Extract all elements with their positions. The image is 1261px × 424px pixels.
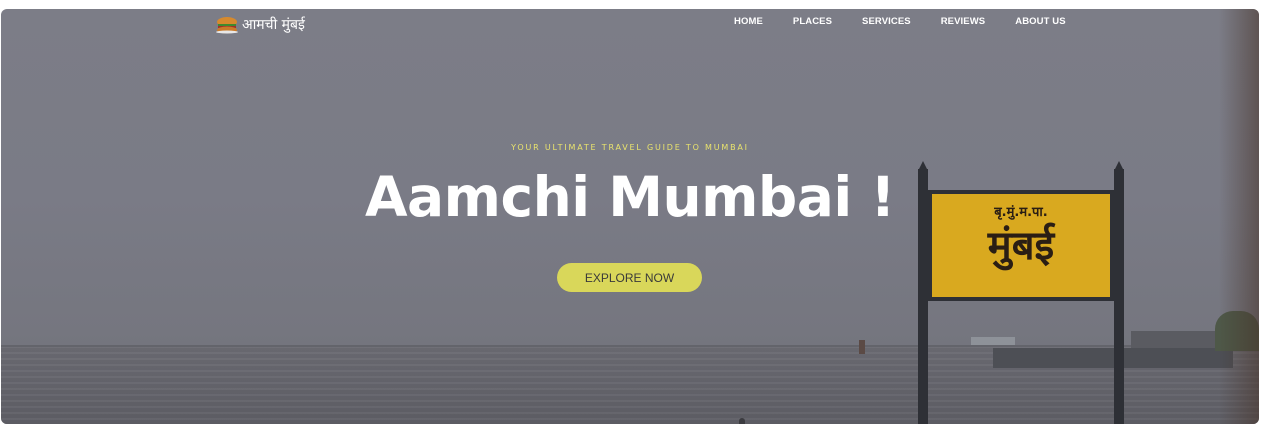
nav-link-services[interactable]: SERVICES (862, 16, 911, 27)
hero-tagline: YOUR ULTIMATE TRAVEL GUIDE TO MUMBAI (511, 143, 749, 152)
explore-now-button[interactable]: EXPLORE NOW (557, 263, 702, 292)
vada-pav-icon (215, 16, 239, 34)
ship-image (971, 337, 1015, 345)
brand-logo[interactable]: आमची मुंबई (215, 15, 305, 34)
top-navbar: आमची मुंबई HOME PLACES SERVICES REVIEWS … (1, 9, 1259, 39)
nav-link-about-us[interactable]: ABOUT US (1015, 16, 1065, 27)
horizon-line (1, 345, 1259, 347)
person-silhouette (739, 418, 745, 424)
hero-title: Aamchi Mumbai ! (364, 165, 896, 229)
brand-name: आमची मुंबई (242, 17, 305, 33)
nav-link-reviews[interactable]: REVIEWS (941, 16, 986, 27)
pier-building (1131, 331, 1221, 349)
hero-section: बृ.मुं.म.पा. मुंबई आमची मुंबई HOME PLACE… (1, 9, 1259, 424)
buoy-image (859, 340, 865, 354)
pier-image (993, 348, 1233, 368)
nav-menu: HOME PLACES SERVICES REVIEWS ABOUT US (734, 16, 1096, 27)
nav-link-places[interactable]: PLACES (793, 16, 832, 27)
nav-link-home[interactable]: HOME (734, 16, 763, 27)
